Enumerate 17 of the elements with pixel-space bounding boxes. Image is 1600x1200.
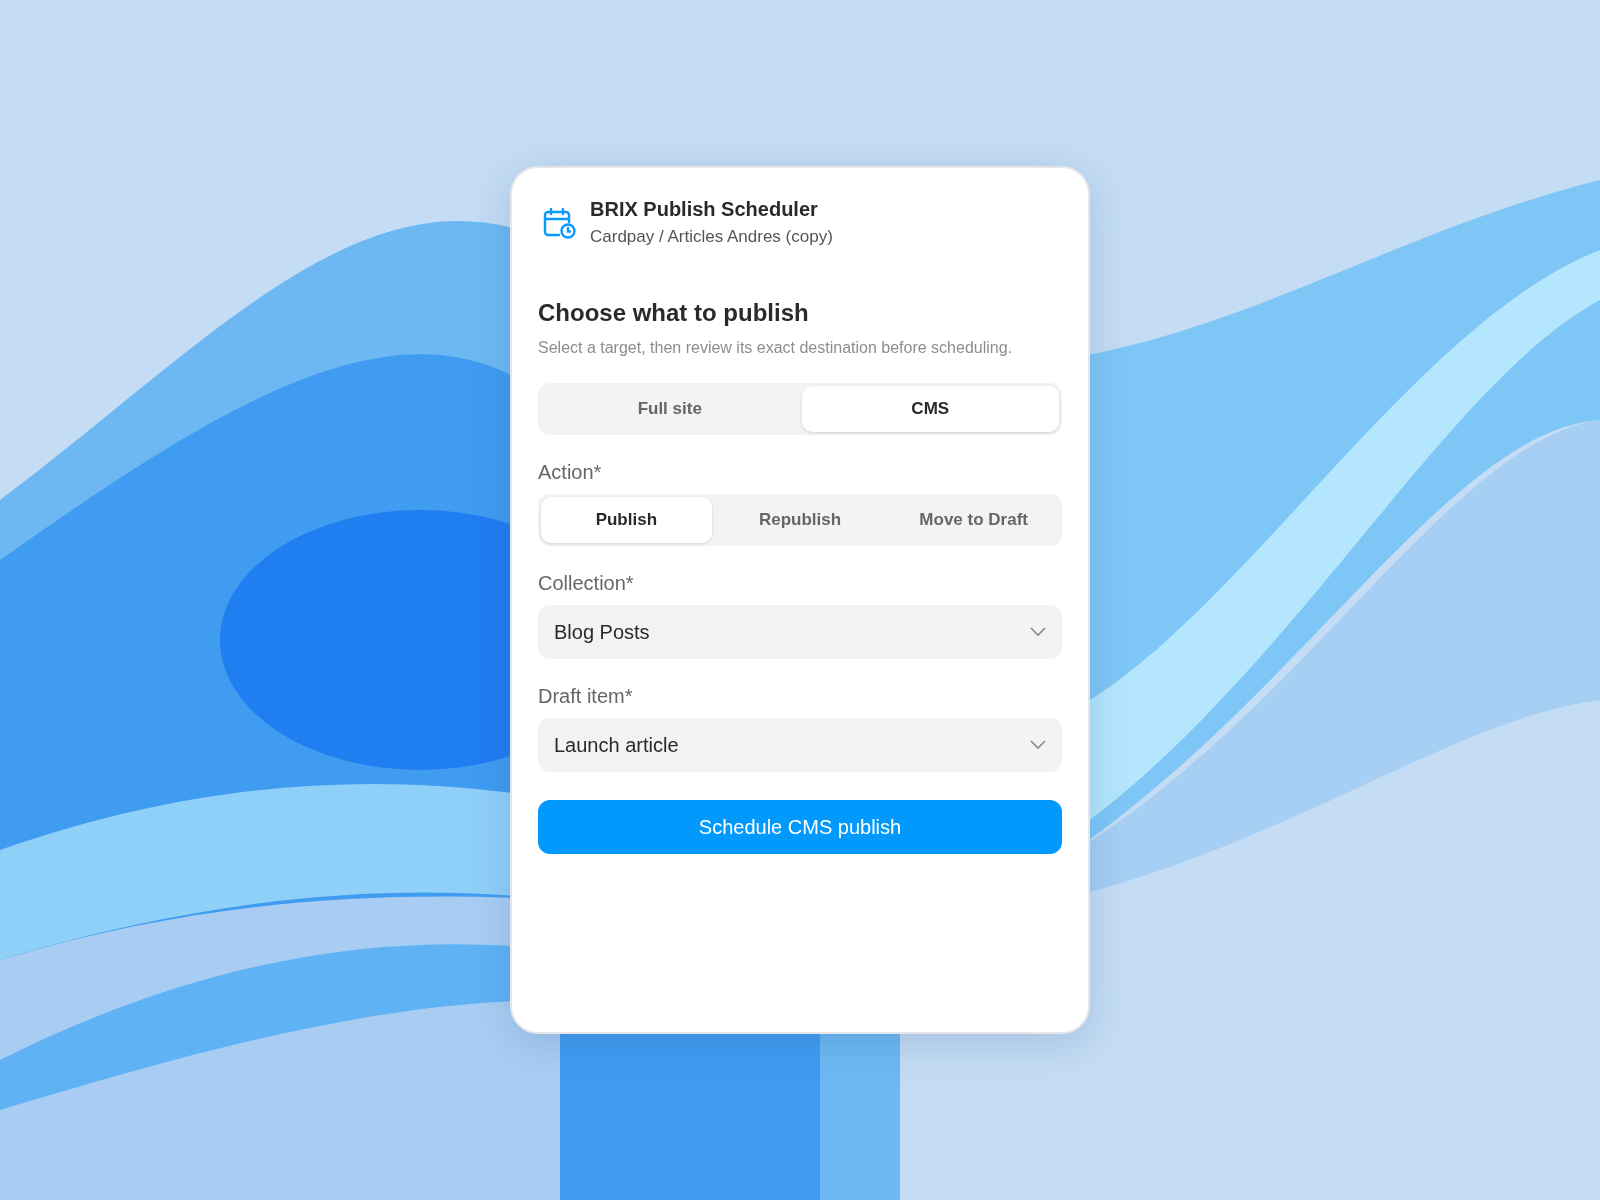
dropdown-field[interactable]: Launch article [538,718,1062,772]
chevron-down-icon [1030,740,1046,750]
target-tab[interactable]: Full site [541,386,799,432]
dropdown-field[interactable]: Blog Posts [538,605,1062,659]
field-label: Draft item* [538,685,634,708]
field-label: Collection* [538,572,635,595]
chevron-down-icon [1030,627,1046,637]
calendar-clock-icon [542,206,576,240]
breadcrumb: Cardpay / Articles Andres (copy) [590,227,833,247]
action-tab[interactable]: Move to Draft [888,497,1059,543]
target-tab[interactable]: CMS [801,386,1059,432]
field-label: Action* [538,461,603,484]
action-tab[interactable]: Publish [541,497,712,543]
action-tab[interactable]: Republish [714,497,886,543]
section-heading: Choose what to publish [538,299,810,327]
section-description: Select a target, then review its exact destination before scheduling. [538,339,1014,357]
app-title: BRIX Publish Scheduler [590,198,819,221]
